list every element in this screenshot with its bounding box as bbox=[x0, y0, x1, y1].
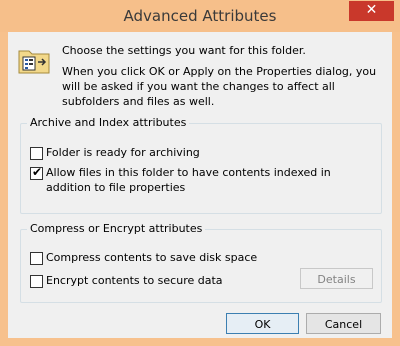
compress-encrypt-group: Compress or Encrypt attributes Compress … bbox=[20, 222, 382, 303]
archiving-checkbox[interactable] bbox=[30, 147, 43, 160]
intro-description: When you click OK or Apply on the Proper… bbox=[62, 65, 377, 108]
encrypt-label[interactable]: Encrypt contents to secure data bbox=[46, 273, 223, 288]
compress-encrypt-legend: Compress or Encrypt attributes bbox=[27, 222, 206, 235]
checkmark-icon: ✔ bbox=[32, 165, 43, 179]
dialog-client: Choose the settings you want for this fo… bbox=[8, 32, 392, 338]
ok-button[interactable]: OK bbox=[226, 313, 299, 334]
folder-settings-icon bbox=[18, 50, 50, 74]
compress-checkbox[interactable] bbox=[30, 252, 43, 265]
indexing-label[interactable]: Allow files in this folder to have conte… bbox=[46, 165, 366, 195]
window-title: Advanced Attributes bbox=[123, 7, 277, 25]
archive-index-group: Archive and Index attributes Folder is r… bbox=[20, 116, 382, 214]
encrypt-checkbox[interactable] bbox=[30, 275, 43, 288]
archive-index-legend: Archive and Index attributes bbox=[27, 116, 190, 129]
indexing-checkbox[interactable]: ✔ bbox=[30, 165, 43, 180]
compress-label[interactable]: Compress contents to save disk space bbox=[46, 250, 257, 265]
details-button[interactable]: Details bbox=[300, 268, 373, 289]
intro-text: Choose the settings you want for this fo… bbox=[62, 44, 306, 57]
cancel-button[interactable]: Cancel bbox=[306, 313, 381, 334]
archiving-label[interactable]: Folder is ready for archiving bbox=[46, 145, 200, 160]
close-button[interactable]: ✕ bbox=[349, 1, 394, 21]
